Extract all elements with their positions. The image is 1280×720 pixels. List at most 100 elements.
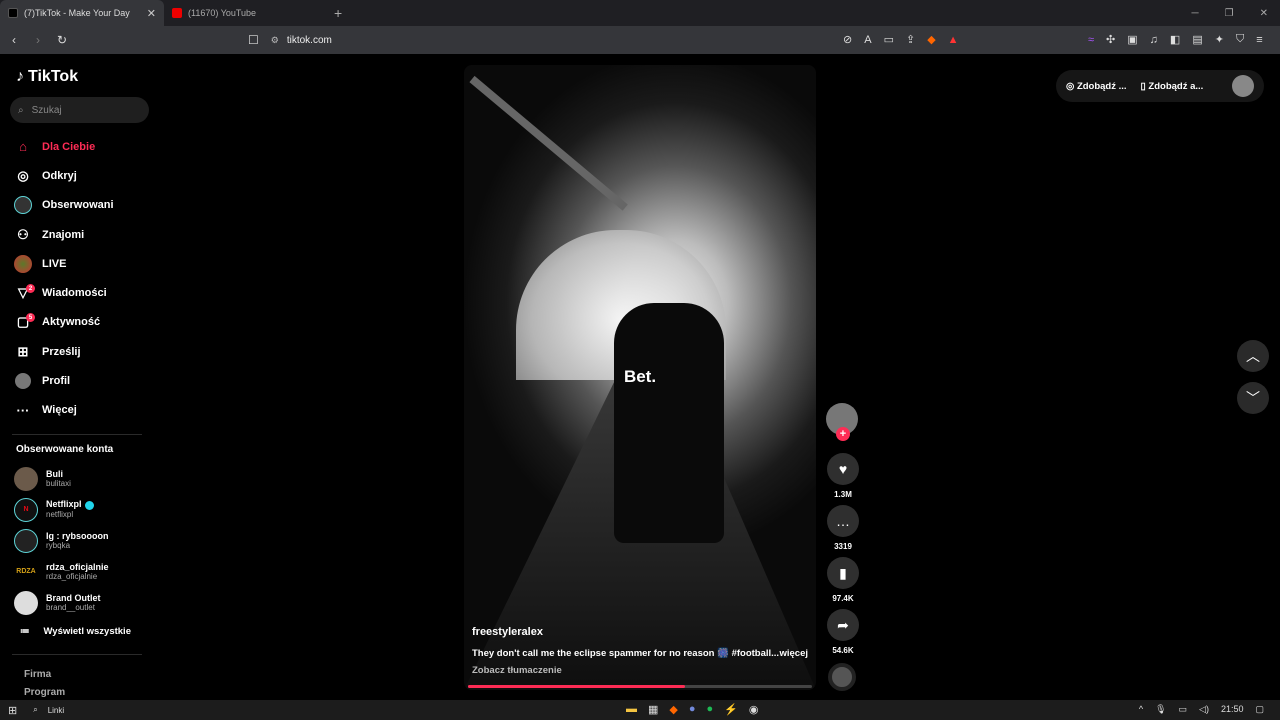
chevron-up-icon: ︿: [1246, 348, 1260, 364]
save-action[interactable]: ▮ 97.4K: [826, 557, 860, 603]
account-item[interactable]: RDZA rdza_oficjalnie rdza_oficjalnie: [14, 556, 154, 587]
minimize-icon[interactable]: ─: [1192, 8, 1199, 19]
creator-avatar[interactable]: +: [826, 403, 858, 441]
share-icon[interactable]: ⇪: [906, 33, 915, 46]
vpn-icon[interactable]: ⛉: [1236, 33, 1244, 46]
spotify-icon[interactable]: ●: [707, 703, 714, 716]
nav-item-messages[interactable]: ▽ 2 Wiadomości: [14, 278, 154, 307]
taskbar-search[interactable]: ⌕ Linki: [33, 705, 64, 715]
video-progress-fill: [468, 685, 685, 688]
translate-icon[interactable]: A: [864, 34, 871, 46]
menu-icon[interactable]: ≡: [1256, 34, 1262, 46]
address-bar-actions: ⊘ A ▭ ⇪ ◆ ▲: [843, 33, 959, 47]
reload-icon[interactable]: ↻: [52, 33, 72, 47]
account-item[interactable]: Brand Outlet brand__outlet: [14, 587, 154, 618]
footer-links: Firma Program: [24, 666, 65, 702]
avatar: [14, 466, 38, 491]
taskbar-apps: ▬ ▦ ◆ ● ● ⚡ ◉: [626, 703, 759, 716]
video-author[interactable]: freestyleralex: [472, 626, 543, 638]
messages-badge: 2: [26, 284, 35, 294]
rewards-icon[interactable]: ▲: [948, 34, 959, 46]
leo-icon[interactable]: ✦: [1215, 33, 1224, 46]
previous-video-button[interactable]: ︿: [1237, 340, 1269, 372]
heart-icon[interactable]: ♥: [827, 453, 859, 485]
get-app-button[interactable]: ▯ Zdobądź a...: [1141, 81, 1204, 92]
windows-start-icon[interactable]: ⊞: [8, 704, 17, 717]
next-video-button[interactable]: ﹀: [1237, 382, 1269, 414]
action-rail: + ♥ 1.3M … 3319 ▮ 97.4K ➦ 54.6K: [826, 403, 860, 691]
tab-youtube[interactable]: (11670) YouTube: [164, 0, 328, 26]
see-translation-button[interactable]: Zobacz tłumaczenie: [472, 665, 562, 676]
nav-item-upload[interactable]: ⊞ Prześlij: [14, 337, 154, 366]
close-tab-icon[interactable]: ✕: [147, 7, 156, 20]
music-disc-icon[interactable]: [828, 663, 856, 691]
comment-count: 3319: [834, 542, 852, 551]
follow-plus-icon[interactable]: +: [836, 427, 850, 441]
file-explorer-icon[interactable]: ▬: [626, 703, 637, 716]
notifications-icon[interactable]: ▢: [1255, 704, 1264, 715]
comment-action[interactable]: … 3319: [826, 505, 860, 551]
divider: [12, 434, 142, 435]
video-caption: They don't call me the eclipse spammer f…: [472, 648, 808, 659]
microphone-icon[interactable]: 🎙: [1155, 704, 1166, 715]
nav-item-following[interactable]: Obserwowani: [14, 191, 154, 220]
new-tab-icon[interactable]: +: [334, 5, 342, 21]
tray-chevron-icon[interactable]: ^: [1139, 704, 1143, 715]
restore-icon[interactable]: ❐: [1225, 8, 1234, 19]
comment-icon[interactable]: …: [827, 505, 859, 537]
nav-item-live[interactable]: LIVE: [14, 249, 154, 278]
see-all-button[interactable]: ≔ Wyświetl wszystkie: [20, 626, 131, 637]
video-progress-bar[interactable]: [468, 685, 812, 688]
forward-icon[interactable]: ›: [28, 33, 48, 47]
media-icon[interactable]: ♫: [1150, 34, 1158, 46]
messages-icon: ▽ 2: [14, 284, 35, 302]
wallet-icon[interactable]: ▤: [1192, 33, 1202, 46]
cast-icon[interactable]: ▭: [884, 33, 894, 46]
brave-shield-icon[interactable]: ◆: [927, 33, 935, 46]
sidebar-toggle-icon[interactable]: ◧: [1170, 33, 1180, 46]
account-item[interactable]: N Netflixpl netflixpl: [14, 494, 154, 525]
more-button[interactable]: więcej: [779, 648, 808, 659]
share-action[interactable]: ➦ 54.6K: [826, 609, 860, 655]
tab-tiktok[interactable]: (7)TikTok - Make Your Day ✕: [0, 0, 164, 26]
account-item[interactable]: Ig : rybsoooon rybqka: [14, 525, 154, 556]
user-avatar[interactable]: [1232, 75, 1254, 97]
bookmark-icon[interactable]: ☐: [248, 33, 259, 47]
window-close-icon[interactable]: ✕: [1260, 8, 1268, 19]
calculator-icon[interactable]: ▦: [648, 703, 658, 716]
discord-icon[interactable]: ●: [689, 703, 696, 716]
account-item[interactable]: Buli bulitaxi: [14, 463, 154, 494]
back-icon[interactable]: ‹: [4, 33, 24, 47]
search-placeholder: Szukaj: [31, 104, 62, 116]
nav-item-friends[interactable]: ⚇ Znajomi: [14, 220, 154, 249]
clock[interactable]: 21:50: [1221, 704, 1244, 715]
like-count: 1.3M: [834, 490, 852, 499]
tab-title: (7)TikTok - Make Your Day: [24, 8, 130, 18]
following-avatar-icon: [14, 196, 32, 215]
app-icon[interactable]: ⚡: [724, 703, 738, 716]
search-input[interactable]: ⌕ Szukaj: [10, 97, 149, 123]
volume-icon[interactable]: ◁): [1199, 704, 1209, 715]
share-arrow-icon[interactable]: ➦: [827, 609, 859, 641]
extensions-icon[interactable]: ✣: [1106, 33, 1115, 46]
footer-link-company[interactable]: Firma: [24, 666, 65, 684]
video-player[interactable]: Bet. freestyleralex They don't call me t…: [464, 65, 816, 690]
nav-item-more[interactable]: ··· Więcej: [14, 396, 154, 425]
nav-item-activity[interactable]: ▢ 5 Aktywność: [14, 308, 154, 337]
screenshot-icon[interactable]: ▣: [1127, 33, 1137, 46]
no-tracking-icon[interactable]: ⊘: [843, 33, 852, 46]
get-coins-button[interactable]: ◎ Zdobądź ...: [1066, 81, 1127, 92]
site-settings-icon[interactable]: ⚙: [271, 35, 279, 46]
like-action[interactable]: ♥ 1.3M: [826, 453, 860, 499]
network-icon[interactable]: ▭: [1179, 704, 1188, 715]
bookmark-icon[interactable]: ▮: [827, 557, 859, 589]
ai-icon[interactable]: ≈: [1088, 34, 1094, 46]
brave-icon[interactable]: ◆: [669, 703, 677, 716]
nav-item-explore[interactable]: ◎ Odkryj: [14, 161, 154, 190]
share-count: 54.6K: [832, 646, 854, 655]
nav-item-profile[interactable]: Profil: [14, 366, 154, 395]
obs-icon[interactable]: ◉: [749, 703, 759, 716]
tiktok-logo[interactable]: ♪ TikTok: [16, 68, 78, 86]
video-dancer-silhouette: [614, 303, 724, 543]
nav-item-for-you[interactable]: ⌂ Dla Ciebie: [14, 132, 154, 161]
